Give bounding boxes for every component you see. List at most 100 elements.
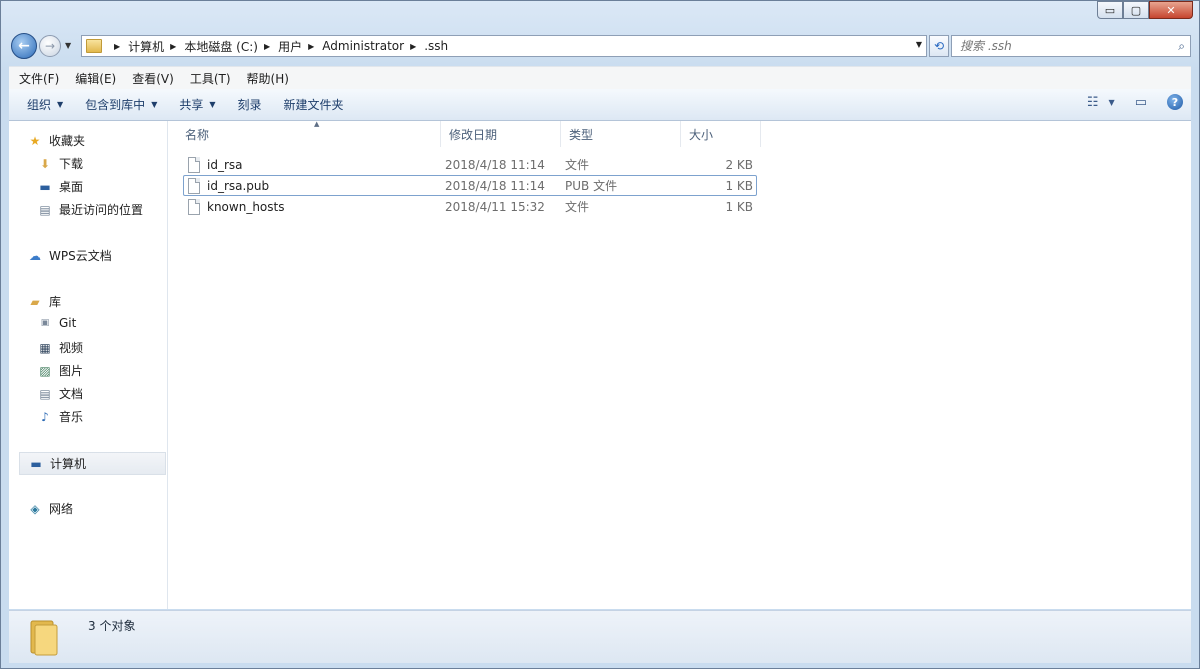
sidebar-item-label: 音乐 (59, 410, 84, 424)
file-row[interactable]: id_rsa.pub 2018/4/18 11:14 PUB 文件 1 KB (183, 175, 757, 196)
new-folder-label: 新建文件夹 (283, 98, 344, 112)
breadcrumb-local-disk[interactable]: 本地磁盘 (C:) (184, 38, 258, 55)
refresh-button[interactable]: ⟲ (929, 35, 949, 57)
chevron-down-icon: ▼ (209, 100, 216, 109)
sidebar-item-label: 下载 (59, 157, 84, 171)
menu-file[interactable]: 文件(F) (19, 70, 59, 87)
view-controls: ☷ ▼ ▭ ? (1075, 94, 1183, 110)
navigation-bar: ← → ▼ ▶ 计算机 ▶ 本地磁盘 (C:) ▶ 用户 ▶ Administr… (9, 33, 1191, 59)
file-type: PUB 文件 (565, 179, 618, 193)
arrow-right-icon: → (44, 39, 56, 53)
sidebar-item-label: 库 (49, 295, 62, 309)
preview-pane-icon[interactable]: ▭ (1135, 95, 1147, 110)
sidebar-item-git[interactable]: ▣ Git (37, 316, 77, 330)
sidebar-item-downloads[interactable]: ⬇ 下载 (37, 155, 83, 172)
cloud-icon: ☁ (29, 248, 41, 263)
search-icon[interactable]: ⌕ (1178, 39, 1185, 54)
burn-button[interactable]: 刻录 (238, 96, 262, 113)
window-controls: ▭ ▢ ✕ (1097, 1, 1193, 19)
sidebar-item-label: 图片 (59, 364, 84, 378)
item-count: 3 个对象 (88, 619, 136, 633)
chevron-right-icon[interactable]: ▶ (410, 42, 416, 51)
network-icon: ◈ (30, 501, 40, 516)
menu-tools[interactable]: 工具(T) (190, 70, 231, 87)
back-button[interactable]: ← (11, 33, 37, 59)
address-dropdown-icon[interactable]: ▼ (916, 40, 922, 49)
chevron-right-icon[interactable]: ▶ (264, 42, 270, 51)
maximize-button[interactable]: ▢ (1123, 1, 1149, 19)
refresh-icon: ⟲ (933, 39, 945, 53)
sidebar-item-label: 网络 (49, 502, 74, 516)
sidebar-item-recent-places[interactable]: ▤ 最近访问的位置 (37, 201, 143, 218)
breadcrumb: ▶ 计算机 ▶ 本地磁盘 (C:) ▶ 用户 ▶ Administrator ▶… (108, 38, 448, 55)
chevron-right-icon[interactable]: ▶ (308, 42, 314, 51)
sidebar-item-favorites[interactable]: ★ 收藏夹 (27, 132, 85, 149)
video-icon: ▦ (39, 340, 51, 355)
title-bar: ▭ ▢ ✕ (1, 1, 1199, 31)
computer-icon: ▬ (30, 456, 42, 471)
sidebar-item-music[interactable]: ♪ 音乐 (37, 408, 83, 425)
burn-label: 刻录 (237, 98, 262, 112)
share-button[interactable]: 共享 ▼ (179, 96, 215, 113)
column-header-label: 大小 (689, 127, 714, 142)
chevron-down-icon: ▼ (57, 100, 64, 109)
menu-edit[interactable]: 编辑(E) (75, 70, 116, 87)
chevron-right-icon[interactable]: ▶ (114, 42, 120, 51)
git-library-icon: ▣ (40, 318, 50, 328)
file-list: 名称 ▲ 修改日期 类型 大小 id_rsa 2018/4/18 11:14 文… (168, 120, 1191, 609)
sidebar-item-pictures[interactable]: ▨ 图片 (37, 362, 83, 379)
arrow-left-icon: ← (18, 38, 30, 54)
minimize-button[interactable]: ▭ (1097, 1, 1123, 19)
sidebar-item-videos[interactable]: ▦ 视频 (37, 339, 83, 356)
star-icon: ★ (29, 133, 41, 148)
breadcrumb-ssh[interactable]: .ssh (424, 39, 448, 53)
file-modified: 2018/4/18 11:14 (445, 178, 545, 193)
sidebar-item-label: 视频 (59, 341, 84, 355)
address-bar[interactable]: ▶ 计算机 ▶ 本地磁盘 (C:) ▶ 用户 ▶ Administrator ▶… (81, 35, 927, 57)
breadcrumb-administrator[interactable]: Administrator (322, 39, 404, 53)
breadcrumb-computer[interactable]: 计算机 (128, 38, 164, 55)
file-row[interactable]: id_rsa 2018/4/18 11:14 文件 2 KB (183, 154, 757, 175)
sidebar-item-label: 最近访问的位置 (59, 203, 144, 217)
menu-bar: 文件(F) 编辑(E) 查看(V) 工具(T) 帮助(H) (9, 66, 1191, 90)
forward-button[interactable]: → (39, 35, 61, 57)
file-icon (188, 177, 200, 194)
sidebar-item-label: 收藏夹 (49, 134, 86, 148)
organize-button[interactable]: 组织 ▼ (27, 96, 63, 113)
new-folder-button[interactable]: 新建文件夹 (284, 96, 344, 113)
chevron-right-icon[interactable]: ▶ (170, 42, 176, 51)
music-icon: ♪ (41, 409, 49, 424)
sidebar-item-documents[interactable]: ▤ 文档 (37, 385, 83, 402)
command-bar: 组织 ▼ 包含到库中 ▼ 共享 ▼ 刻录 新建文件夹 ☷ ▼ ▭ ? (9, 89, 1191, 121)
column-header-type[interactable]: 类型 (561, 121, 681, 147)
search-input[interactable] (952, 38, 1162, 54)
view-options-icon[interactable]: ☷ (1087, 95, 1099, 110)
menu-view[interactable]: 查看(V) (132, 70, 174, 87)
sidebar-item-computer[interactable]: ▬ 计算机 (19, 452, 166, 475)
close-button[interactable]: ✕ (1149, 1, 1193, 19)
sidebar-item-label: 计算机 (50, 457, 87, 471)
download-folder-icon: ⬇ (39, 156, 51, 171)
help-icon: ? (1167, 94, 1183, 110)
menu-help[interactable]: 帮助(H) (247, 70, 289, 87)
file-row[interactable]: known_hosts 2018/4/11 15:32 文件 1 KB (183, 196, 757, 217)
file-modified: 2018/4/11 15:32 (445, 199, 545, 214)
sidebar-item-network[interactable]: ◈ 网络 (27, 500, 73, 517)
navigation-pane: ★ 收藏夹 ⬇ 下载 ▬ 桌面 ▤ 最近访问的位置 ☁ WPS云文档 ▰ 库 ▣… (9, 121, 168, 609)
column-header-modified[interactable]: 修改日期 (441, 121, 561, 147)
chevron-down-icon[interactable]: ▼ (1109, 98, 1115, 107)
recent-pages-dropdown-icon[interactable]: ▼ (65, 41, 71, 50)
sidebar-item-desktop[interactable]: ▬ 桌面 (37, 178, 83, 195)
chevron-down-icon: ▼ (151, 100, 158, 109)
sidebar-item-wps-cloud[interactable]: ☁ WPS云文档 (27, 247, 112, 264)
main-content: ★ 收藏夹 ⬇ 下载 ▬ 桌面 ▤ 最近访问的位置 ☁ WPS云文档 ▰ 库 ▣… (9, 120, 1191, 609)
column-header-name[interactable]: 名称 ▲ (177, 120, 441, 147)
breadcrumb-users[interactable]: 用户 (278, 38, 302, 55)
sidebar-item-label: 文档 (59, 387, 84, 401)
include-in-library-button[interactable]: 包含到库中 ▼ (85, 96, 157, 113)
sort-ascending-icon: ▲ (314, 120, 320, 128)
sidebar-item-libraries[interactable]: ▰ 库 (27, 293, 61, 310)
search-box[interactable]: ⌕ (951, 35, 1191, 57)
help-button[interactable]: ? (1167, 94, 1183, 110)
column-header-size[interactable]: 大小 (681, 121, 761, 147)
